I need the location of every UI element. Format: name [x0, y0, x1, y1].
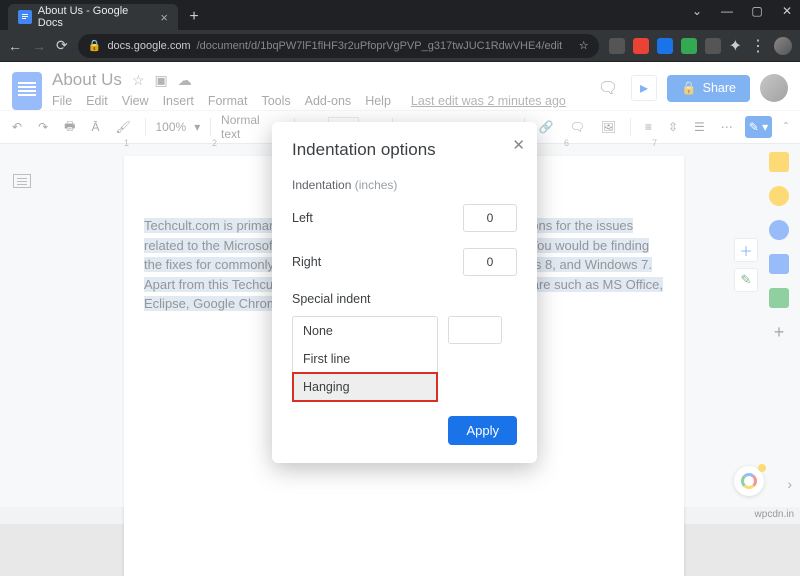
chevron-down-icon[interactable]: ⌄ [690, 4, 704, 18]
url-path: /document/d/1bqPW7lF1flHF3r2uPfoprVgPVP_… [197, 40, 563, 52]
option-first-line[interactable]: First line [293, 345, 437, 373]
special-indent-label: Special indent [292, 292, 517, 306]
docs-favicon [18, 10, 32, 24]
right-indent-input[interactable] [463, 248, 517, 276]
back-button[interactable]: ← [8, 38, 22, 54]
dialog-close-button[interactable]: ✕ [512, 136, 525, 154]
dialog-subheading: Indentation (inches) [292, 178, 517, 192]
extension-icon[interactable] [681, 38, 697, 54]
dialog-title: Indentation options [292, 140, 517, 160]
lock-icon: 🔒 [88, 39, 102, 52]
window-close-button[interactable]: ✕ [780, 4, 794, 18]
browser-tab[interactable]: About Us - Google Docs × [8, 4, 178, 30]
extension-icon[interactable] [609, 38, 625, 54]
left-indent-input[interactable] [463, 204, 517, 232]
new-tab-button[interactable]: + [184, 8, 204, 26]
left-indent-label: Left [292, 211, 463, 225]
extension-icons: ✦ ⋮ [609, 36, 792, 56]
extensions-menu-icon[interactable]: ✦ [729, 36, 742, 56]
url-bar[interactable]: 🔒 docs.google.com/document/d/1bqPW7lF1fl… [78, 34, 599, 58]
browser-address-bar: ← → ⟳ 🔒 docs.google.com/document/d/1bqPW… [0, 30, 800, 62]
tab-title: About Us - Google Docs [38, 5, 155, 29]
url-host: docs.google.com [107, 40, 190, 52]
maximize-button[interactable]: ▢ [750, 4, 764, 18]
indentation-options-dialog: ✕ Indentation options Indentation (inche… [272, 122, 537, 463]
extension-icon[interactable] [657, 38, 673, 54]
tab-close-icon[interactable]: × [160, 10, 168, 25]
browser-menu-icon[interactable]: ⋮ [750, 36, 766, 56]
reload-button[interactable]: ⟳ [56, 37, 68, 54]
extension-icon[interactable] [705, 38, 721, 54]
browser-tab-bar: About Us - Google Docs × + ⌄ — ▢ ✕ [0, 0, 800, 30]
forward-button[interactable]: → [32, 38, 46, 54]
special-indent-value-input[interactable] [448, 316, 502, 344]
minimize-button[interactable]: — [720, 4, 734, 18]
apply-button[interactable]: Apply [448, 416, 517, 445]
watermark: wpcdn.in [755, 509, 794, 520]
star-icon[interactable]: ☆ [579, 39, 589, 52]
browser-profile-avatar[interactable] [774, 37, 792, 55]
right-indent-label: Right [292, 255, 463, 269]
option-none[interactable]: None [293, 317, 437, 345]
window-controls: ⌄ — ▢ ✕ [690, 4, 794, 18]
extension-icon[interactable] [633, 38, 649, 54]
option-hanging[interactable]: Hanging [293, 373, 437, 401]
special-indent-dropdown[interactable]: None First line Hanging [292, 316, 438, 402]
